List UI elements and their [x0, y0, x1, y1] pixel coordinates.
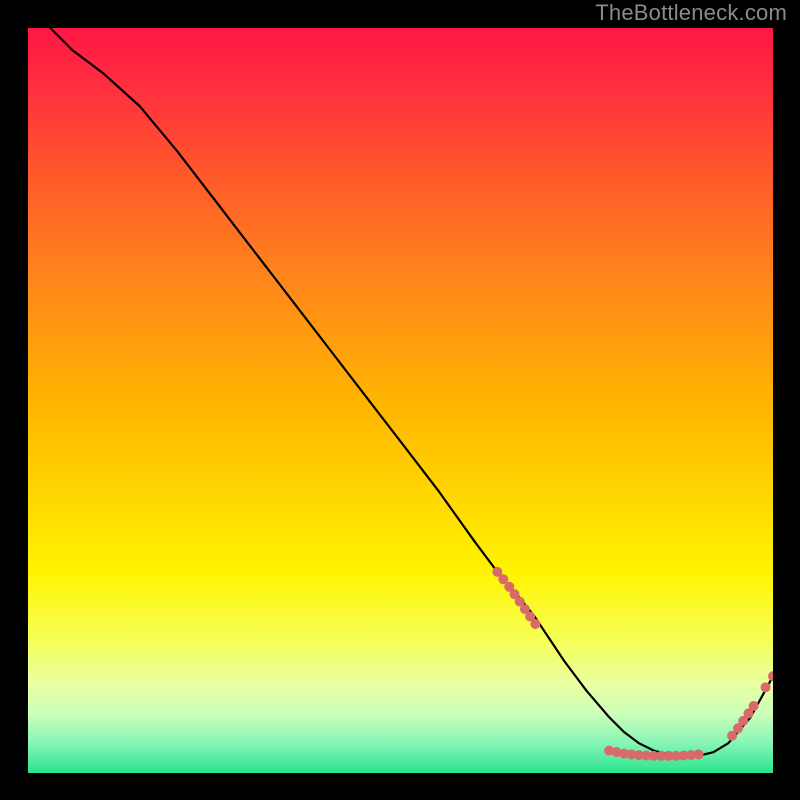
- background-gradient: [28, 28, 773, 773]
- chart-container: TheBottleneck.com: [0, 0, 800, 800]
- watermark-text: TheBottleneck.com: [595, 0, 787, 26]
- data-marker: [530, 619, 540, 629]
- plot-area: [28, 28, 773, 773]
- data-marker: [694, 749, 704, 759]
- data-marker: [749, 701, 759, 711]
- chart-svg: [28, 28, 773, 773]
- data-marker: [761, 682, 771, 692]
